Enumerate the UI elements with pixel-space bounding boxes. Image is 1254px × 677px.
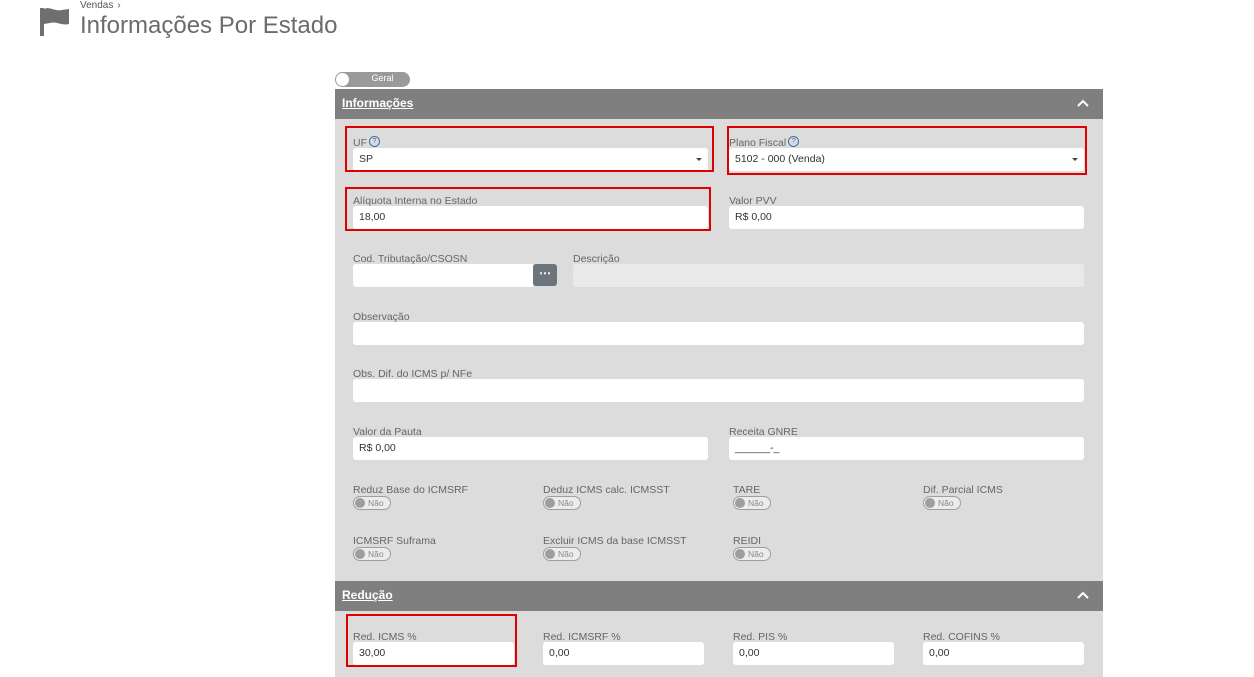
switch-label: Reduz Base do ICMSRF xyxy=(353,484,468,496)
icmsrf-suframa-toggle[interactable]: Não xyxy=(353,547,391,561)
toggle-state: Não xyxy=(558,498,574,508)
switch-label: Excluir ICMS da base ICMSST xyxy=(543,535,687,547)
toggle-state: Não xyxy=(558,549,574,559)
uf-select[interactable]: SP xyxy=(353,148,708,171)
toggle-knob xyxy=(735,498,745,508)
search-dots-button[interactable]: ⋯ xyxy=(533,264,557,286)
toggle-state: Não xyxy=(748,549,764,559)
page-title: Informações Por Estado xyxy=(80,12,338,39)
toggle-state: Não xyxy=(748,498,764,508)
toggle-knob xyxy=(735,549,745,559)
reducao-title[interactable]: Redução xyxy=(342,588,393,602)
switch-label: TARE xyxy=(733,484,761,496)
plano-fiscal-value: 5102 - 000 (Venda) xyxy=(735,153,825,165)
red-cofins-input[interactable]: 0,00 xyxy=(923,642,1084,665)
help-icon[interactable]: ? xyxy=(369,136,380,148)
cod-tributacao-input[interactable] xyxy=(353,264,533,287)
red-pis-input[interactable]: 0,00 xyxy=(733,642,894,665)
reducao-header[interactable]: Redução xyxy=(335,581,1103,611)
reduz-base-icmsrf-toggle[interactable]: Não xyxy=(353,496,391,510)
toggle-knob xyxy=(925,498,935,508)
informacoes-header[interactable]: Informações xyxy=(335,89,1103,119)
toggle-knob xyxy=(545,498,555,508)
reidi-toggle[interactable]: Não xyxy=(733,547,771,561)
breadcrumb[interactable]: Vendas › xyxy=(80,0,121,11)
caret-down-icon xyxy=(696,158,702,161)
breadcrumb-separator: › xyxy=(117,0,121,11)
toggle-state: Não xyxy=(368,498,384,508)
chevron-up-icon[interactable] xyxy=(1077,99,1089,107)
help-icon[interactable]: ? xyxy=(788,136,800,148)
receita-gnre-input[interactable]: ______-_ xyxy=(729,437,1084,460)
dif-parcial-icms-toggle[interactable]: Não xyxy=(923,496,961,510)
tare-toggle[interactable]: Não xyxy=(733,496,771,510)
excluir-icms-toggle[interactable]: Não xyxy=(543,547,581,561)
valor-pvv-input[interactable]: R$ 0,00 xyxy=(729,206,1084,229)
aliquota-input[interactable]: 18,00 xyxy=(353,206,708,229)
caret-down-icon xyxy=(1072,158,1078,161)
valor-pauta-input[interactable]: R$ 0,00 xyxy=(353,437,708,460)
switch-label: Deduz ICMS calc. ICMSST xyxy=(543,484,670,496)
descricao-input xyxy=(573,264,1084,287)
toggle-knob xyxy=(355,498,365,508)
toggle-knob xyxy=(336,73,349,86)
geral-toggle-label: Geral xyxy=(371,73,394,83)
chevron-up-icon[interactable] xyxy=(1077,591,1089,599)
deduz-icms-toggle[interactable]: Não xyxy=(543,496,581,510)
toggle-state: Não xyxy=(938,498,954,508)
red-icms-input[interactable]: 30,00 xyxy=(353,642,514,665)
red-icmsrf-input[interactable]: 0,00 xyxy=(543,642,704,665)
flag-icon xyxy=(40,8,69,36)
plano-fiscal-select[interactable]: 5102 - 000 (Venda) xyxy=(729,148,1084,171)
uf-value: SP xyxy=(359,153,374,165)
breadcrumb-vendas[interactable]: Vendas xyxy=(80,0,113,11)
informacoes-title[interactable]: Informações xyxy=(342,96,413,110)
switch-label: Dif. Parcial ICMS xyxy=(923,484,1003,496)
switch-label: REIDI xyxy=(733,535,762,547)
toggle-state: Não xyxy=(368,549,384,559)
geral-toggle[interactable]: Geral xyxy=(335,72,410,87)
switch-label: ICMSRF Suframa xyxy=(353,535,436,547)
toggle-knob xyxy=(545,549,555,559)
observacao-input[interactable] xyxy=(353,322,1084,345)
obs-dif-icms-input[interactable] xyxy=(353,379,1084,402)
toggle-knob xyxy=(355,549,365,559)
